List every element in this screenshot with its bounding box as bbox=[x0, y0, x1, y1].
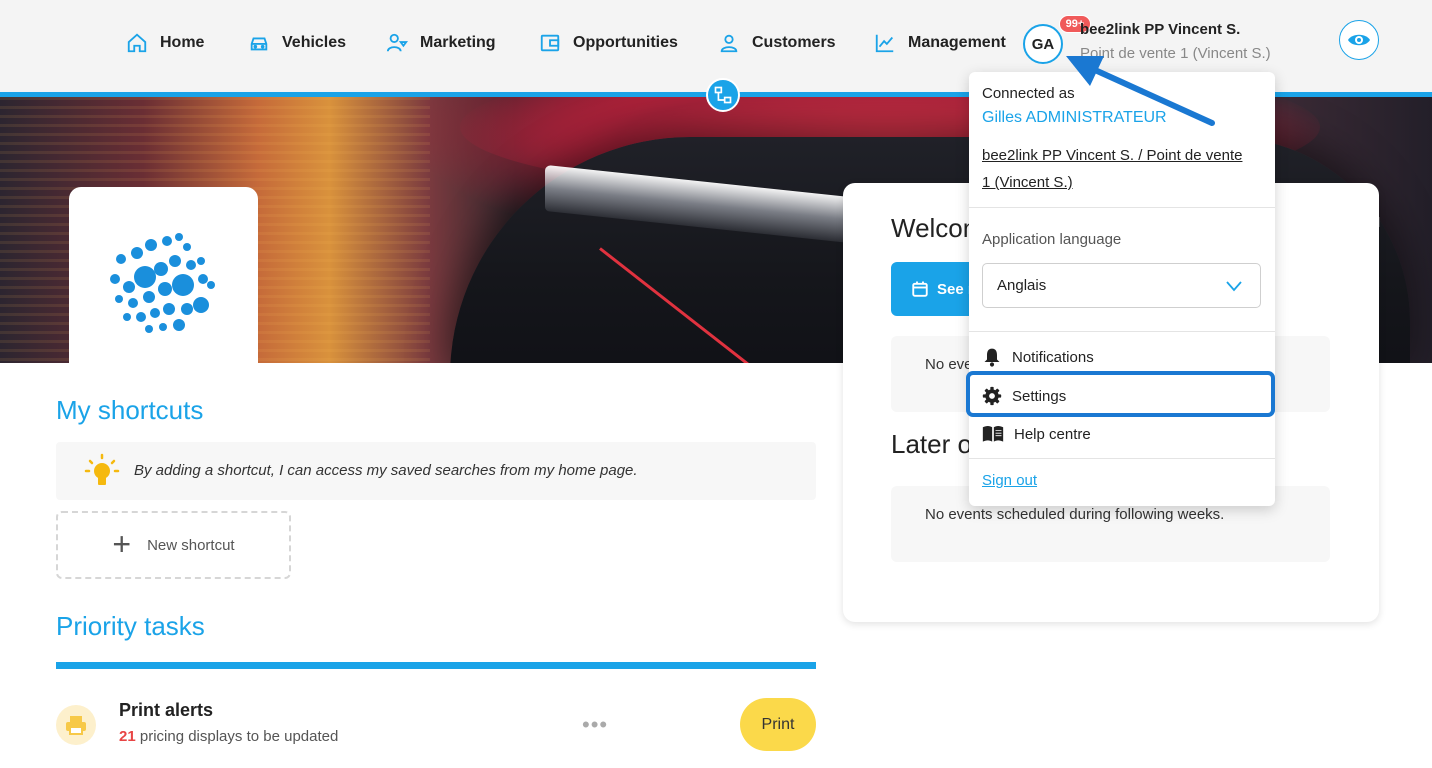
sign-out-link[interactable]: Sign out bbox=[982, 472, 1037, 489]
later-title: Later o bbox=[891, 429, 972, 459]
account-name[interactable]: bee2link PP Vincent S. bbox=[1080, 21, 1240, 38]
nav-item-vehicles[interactable]: Vehicles bbox=[248, 32, 346, 54]
later-events-text: No events scheduled during following wee… bbox=[925, 506, 1225, 523]
task-count: 21 bbox=[119, 728, 136, 745]
help-centre-label: Help centre bbox=[1014, 425, 1091, 443]
application-language-label: Application language bbox=[982, 231, 1122, 248]
nav-item-label: Home bbox=[160, 34, 205, 51]
task-description: 21 pricing displays to be updated bbox=[119, 728, 338, 745]
dropdown-divider bbox=[969, 331, 1275, 332]
task-title: Print alerts bbox=[119, 700, 214, 720]
nav-item-management[interactable]: Management bbox=[874, 32, 1006, 54]
gear-icon bbox=[982, 386, 1002, 406]
nav-item-marketing[interactable]: Marketing bbox=[386, 32, 496, 54]
plus-icon: + bbox=[112, 525, 132, 562]
organization-link-line1[interactable]: bee2link PP Vincent S. / Point de vente bbox=[982, 147, 1242, 164]
company-logo bbox=[110, 233, 215, 333]
nav-item-home[interactable]: Home bbox=[126, 32, 204, 54]
notifications-menu-item[interactable]: Notifications bbox=[982, 342, 1262, 372]
bell-icon bbox=[984, 348, 1000, 367]
nav-item-label: Management bbox=[908, 34, 1006, 51]
priority-tasks-title: Priority tasks bbox=[56, 611, 205, 641]
new-shortcut-label: New shortcut bbox=[147, 536, 235, 554]
printer-icon bbox=[56, 705, 96, 745]
nav-item-customers[interactable]: Customers bbox=[718, 32, 836, 54]
company-logo-card bbox=[69, 187, 258, 365]
nav-item-label: Customers bbox=[752, 34, 836, 51]
wallet-icon bbox=[540, 34, 560, 52]
book-icon bbox=[982, 425, 1004, 442]
shortcut-tip: By adding a shortcut, I can access my sa… bbox=[56, 442, 816, 500]
dropdown-divider bbox=[969, 207, 1275, 208]
nav-item-label: Vehicles bbox=[282, 34, 347, 51]
organization-link-line2[interactable]: 1 (Vincent S.) bbox=[982, 174, 1073, 191]
priority-tasks-divider bbox=[56, 662, 816, 669]
dropdown-divider bbox=[969, 458, 1275, 459]
shortcut-tip-text: By adding a shortcut, I can access my sa… bbox=[134, 462, 638, 479]
home-icon bbox=[127, 33, 147, 53]
connected-as-label: Connected as bbox=[982, 85, 1075, 102]
notifications-label: Notifications bbox=[1012, 348, 1094, 366]
settings-menu-item[interactable]: Settings bbox=[982, 381, 1262, 411]
today-events-text: No eve bbox=[925, 356, 973, 373]
eye-icon bbox=[1348, 34, 1370, 46]
print-button[interactable]: Print bbox=[740, 698, 816, 751]
account-point-of-sale[interactable]: Point de vente 1 (Vincent S.) bbox=[1080, 45, 1271, 62]
nav-item-label: Opportunities bbox=[573, 34, 678, 51]
settings-label: Settings bbox=[1012, 387, 1067, 405]
chevron-down-icon bbox=[1226, 281, 1242, 292]
nav-item-label: Marketing bbox=[420, 34, 496, 51]
organization-switch-button[interactable] bbox=[706, 78, 740, 112]
car-icon bbox=[250, 37, 268, 51]
lightbulb-icon bbox=[84, 453, 120, 485]
application-language-value: Anglais bbox=[997, 277, 1047, 294]
calendar-icon bbox=[912, 281, 928, 297]
hierarchy-icon bbox=[714, 86, 732, 104]
marketing-icon bbox=[386, 33, 408, 52]
task-description-text: pricing displays to be updated bbox=[135, 728, 339, 745]
user-avatar[interactable]: GA bbox=[1023, 24, 1063, 64]
application-language-select[interactable]: Anglais bbox=[982, 263, 1261, 308]
account-dropdown-menu: Connected as Gilles ADMINISTRATEUR bee2l… bbox=[969, 72, 1275, 506]
nav-item-opportunities[interactable]: Opportunities bbox=[539, 32, 678, 54]
chart-line-icon bbox=[875, 34, 894, 53]
new-shortcut-button[interactable]: + New shortcut bbox=[56, 511, 291, 579]
preview-eye-button[interactable] bbox=[1339, 20, 1379, 60]
help-centre-menu-item[interactable]: Help centre bbox=[982, 419, 1262, 449]
shortcuts-title: My shortcuts bbox=[56, 395, 204, 425]
person-icon bbox=[720, 34, 738, 53]
connected-user-name: Gilles ADMINISTRATEUR bbox=[982, 109, 1167, 126]
more-options-icon[interactable]: ••• bbox=[582, 712, 608, 738]
